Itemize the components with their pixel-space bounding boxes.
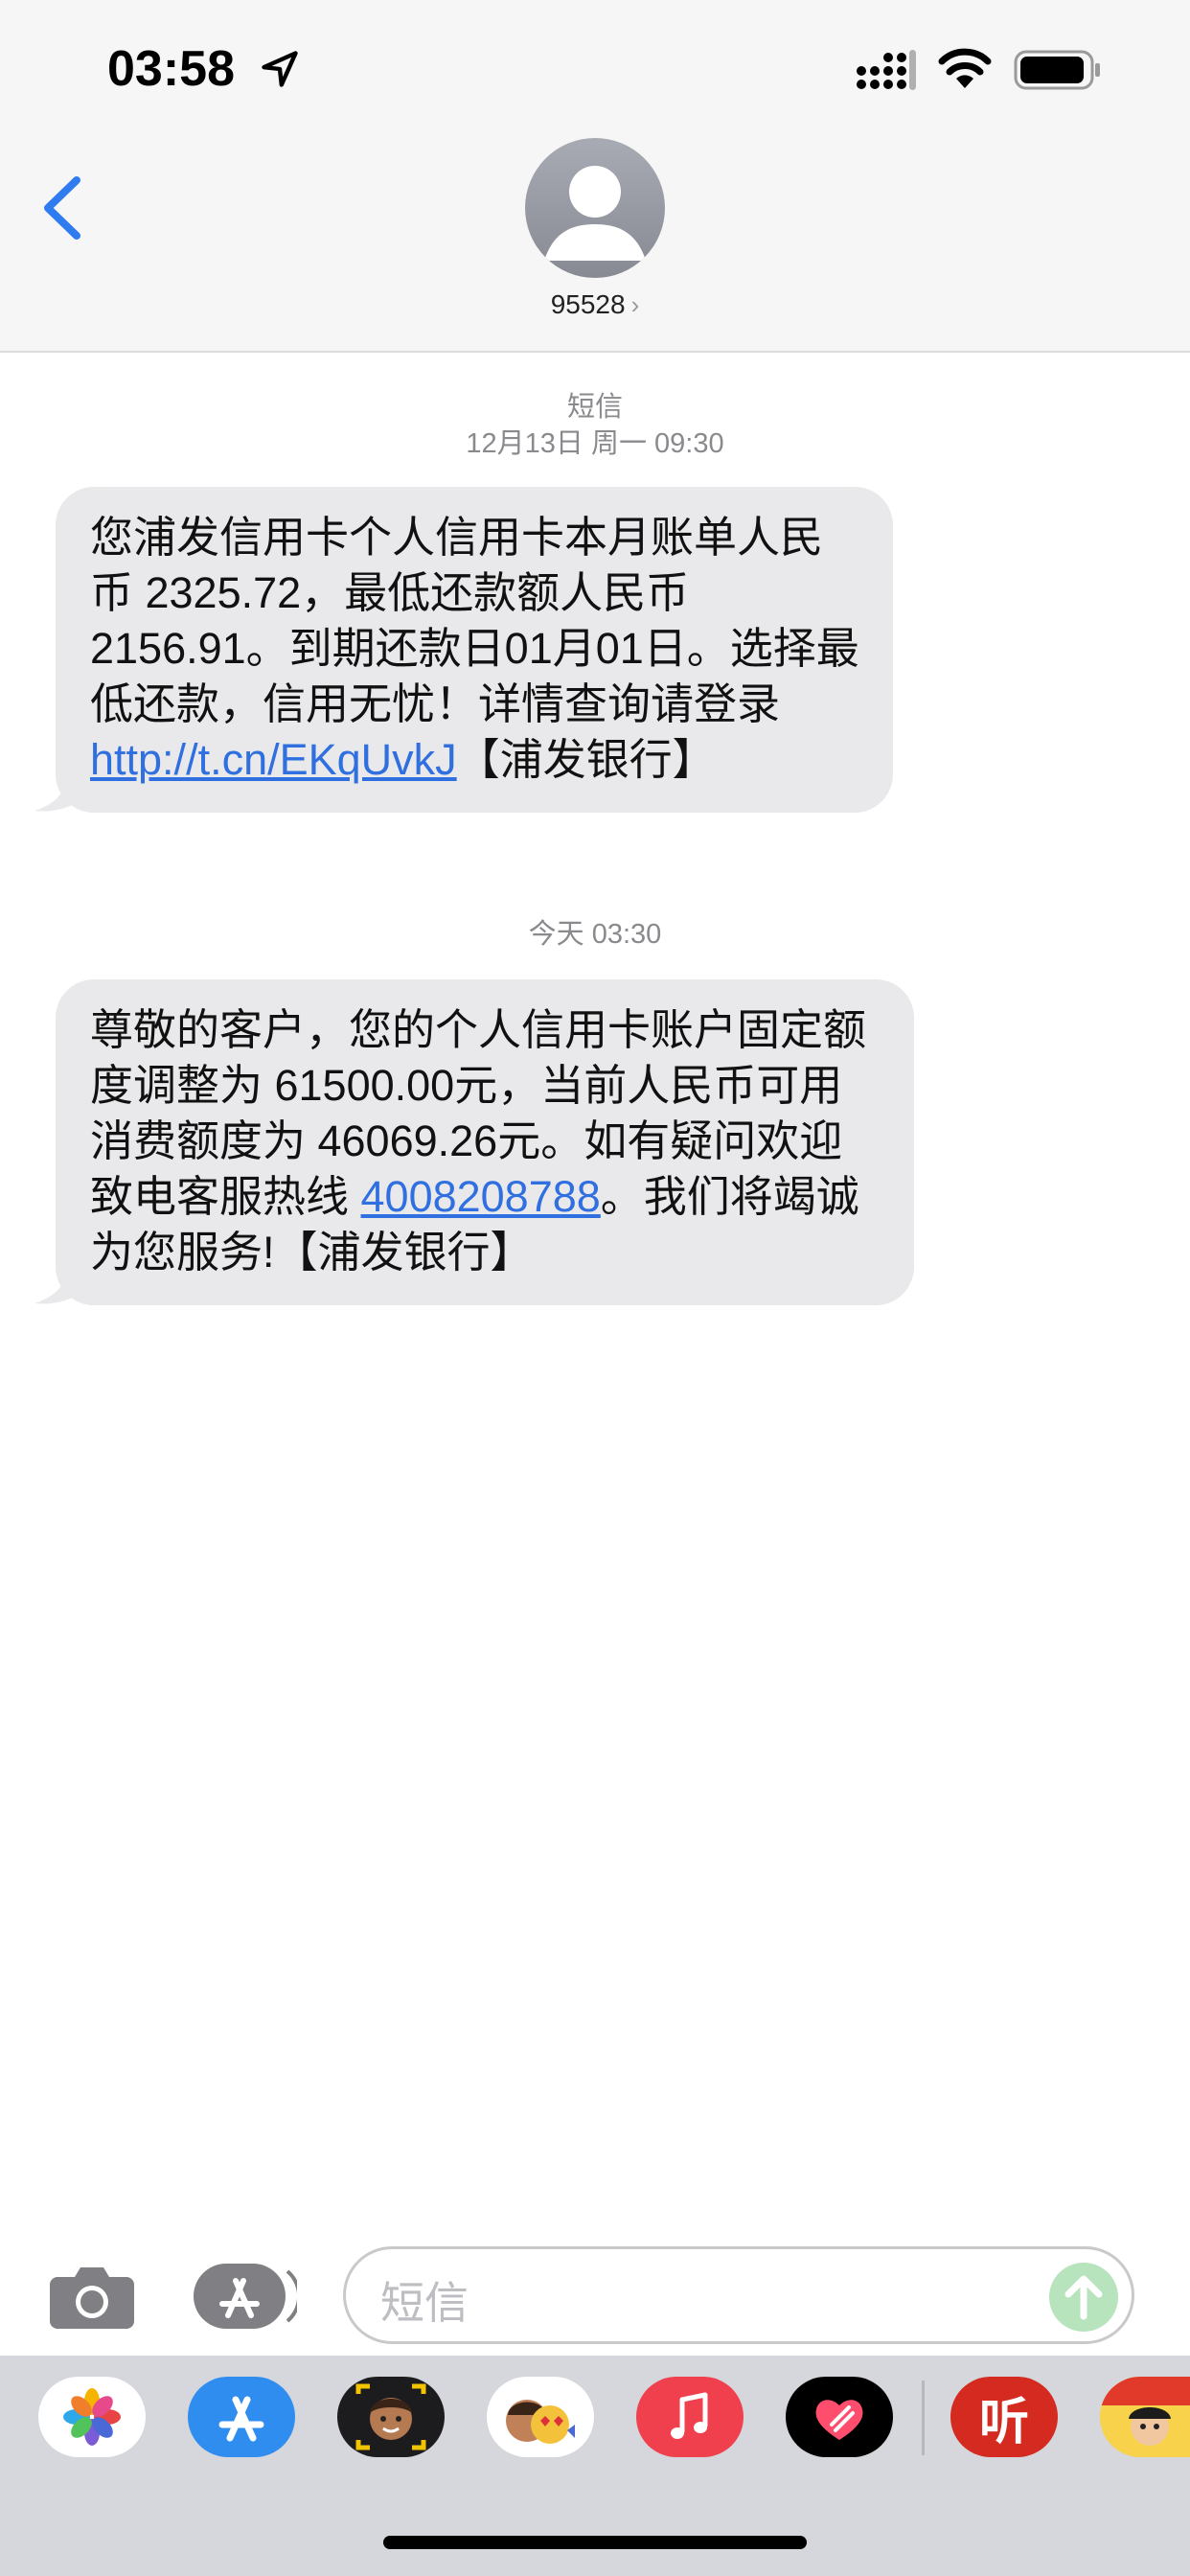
message-input-placeholder: 短信 — [380, 2278, 469, 2328]
message-input[interactable]: 短信 — [343, 2246, 1134, 2344]
digital-touch-icon[interactable] — [786, 2377, 893, 2457]
photos-icon[interactable] — [38, 2377, 146, 2457]
cellular-signal-icon — [857, 50, 916, 90]
status-time: 03:58 — [107, 41, 235, 97]
message-text-tail: 【浦发银行】 — [456, 735, 716, 784]
ting-app-icon[interactable]: 听 — [950, 2377, 1058, 2457]
camera-icon[interactable] — [48, 2262, 136, 2331]
animoji-icon[interactable] — [487, 2377, 594, 2457]
contact-avatar[interactable] — [525, 138, 665, 278]
bubble-tail — [34, 770, 79, 812]
arrow-up-icon — [1064, 2275, 1103, 2320]
send-button[interactable] — [1049, 2263, 1118, 2332]
message-link[interactable]: http://t.cn/EKqUvkJ — [90, 735, 457, 784]
location-arrow-icon — [262, 51, 298, 87]
timestamp: 12月13日 周一 09:30 — [466, 428, 724, 459]
battery-icon — [1014, 50, 1100, 90]
received-message-bubble[interactable]: 尊敬的客户，您的个人信用卡账户固定额度调整为 61500.00元，当前人民币可用… — [34, 979, 914, 1305]
back-chevron-icon[interactable] — [40, 174, 84, 242]
conversation-header: 03:58 95528 › — [0, 0, 1190, 353]
memoji-icon[interactable] — [337, 2377, 445, 2457]
timestamp: 今天 03:30 — [528, 919, 662, 950]
contact-number[interactable]: 95528 — [551, 289, 626, 319]
drawer-divider — [922, 2380, 925, 2455]
phone-number-link[interactable]: 4008208788 — [361, 1172, 601, 1221]
bubble-tail — [34, 1263, 79, 1304]
music-icon[interactable] — [636, 2377, 744, 2457]
game-app-icon[interactable] — [1100, 2377, 1190, 2457]
person-icon — [544, 166, 646, 261]
messages-screen: 03:58 95528 › 短信 12月13日 周一 09:30 您浦发信用卡个… — [0, 0, 1190, 2576]
message-text: 您浦发信用卡个人信用卡本月账单人民币 2325.72，最低还款额人民币 2156… — [90, 513, 859, 728]
chevron-right-icon: › — [630, 290, 640, 319]
app-store-apps-icon[interactable] — [192, 2262, 297, 2331]
message-type-label: 短信 — [566, 392, 623, 423]
ting-app-label: 听 — [978, 2393, 1029, 2451]
received-message-bubble[interactable]: 您浦发信用卡个人信用卡本月账单人民币 2325.72，最低还款额人民币 2156… — [34, 487, 893, 813]
home-indicator — [383, 2536, 807, 2549]
wifi-icon — [938, 48, 992, 88]
contact-name-row[interactable]: 95528 › — [0, 289, 1190, 320]
app-store-icon[interactable] — [188, 2377, 295, 2457]
